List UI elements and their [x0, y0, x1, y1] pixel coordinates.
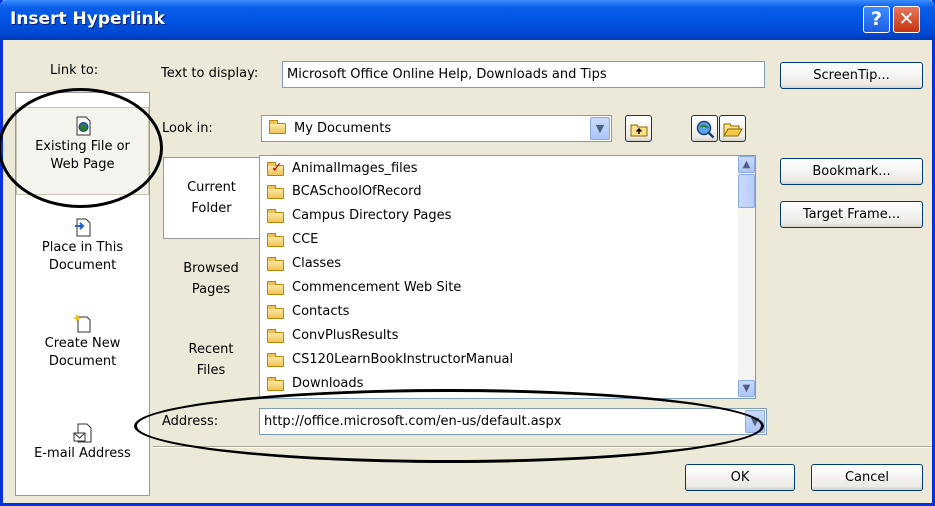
separator [153, 446, 932, 448]
tab-current-folder[interactable]: Current Folder [163, 157, 259, 239]
vertical-scrollbar[interactable]: ▲ ▼ [738, 156, 755, 398]
tab-recent-files[interactable]: Recent Files [163, 339, 259, 381]
new-document-icon [72, 314, 90, 333]
web-page-icon [76, 116, 90, 136]
help-button[interactable]: ? [863, 6, 890, 33]
list-item[interactable]: Commencement Web Site [267, 278, 461, 298]
browse-tabs: Current Folder Browsed Pages Recent File… [163, 157, 259, 401]
link-create-new-document[interactable]: Create New Document [16, 313, 149, 371]
chevron-down-icon[interactable]: ▼ [745, 410, 765, 433]
ok-button[interactable]: OK [685, 464, 795, 491]
up-one-folder-button[interactable] [625, 115, 652, 142]
list-item[interactable]: Contacts [267, 302, 349, 322]
email-icon [73, 423, 91, 443]
scroll-thumb[interactable] [738, 174, 755, 208]
link-email-address[interactable]: E-mail Address [16, 423, 149, 463]
browse-file-button[interactable] [719, 115, 746, 142]
link-place-in-document[interactable]: Place in This Document [16, 217, 149, 275]
file-list[interactable]: ✓ AnimalImages_files BCASchoolOfRecord Ca… [259, 155, 756, 399]
browse-web-button[interactable] [691, 115, 718, 142]
folder-icon [267, 352, 285, 367]
address-label: Address: [162, 414, 219, 429]
look-in-dropdown[interactable]: My Documents ▼ [261, 115, 612, 142]
chevron-down-icon[interactable]: ▼ [590, 117, 610, 140]
open-folder-icon [722, 123, 743, 138]
close-button[interactable]: ✕ [893, 6, 920, 33]
list-item[interactable]: Campus Directory Pages [267, 206, 451, 226]
folder-icon [267, 208, 285, 223]
folder-icon [267, 232, 285, 247]
list-item[interactable]: Downloads [267, 374, 363, 394]
folder-icon [267, 256, 285, 271]
folder-icon [269, 120, 289, 136]
tab-browsed-pages[interactable]: Browsed Pages [163, 258, 259, 300]
folder-icon [267, 184, 285, 199]
list-item[interactable]: BCASchoolOfRecord [267, 182, 422, 202]
title-bar[interactable]: Insert Hyperlink ? ✕ [0, 0, 935, 40]
checked-folder-icon: ✓ [267, 160, 285, 176]
list-item[interactable]: ConvPlusResults [267, 326, 398, 346]
folder-icon [267, 328, 285, 343]
up-folder-icon [630, 124, 647, 137]
list-item[interactable]: CS120LearnBookInstructorManual [267, 350, 513, 370]
list-item[interactable]: CCE [267, 230, 318, 250]
list-item[interactable]: ✓ AnimalImages_files [267, 159, 418, 179]
address-combobox[interactable]: http://office.microsoft.com/en-us/defaul… [259, 408, 767, 435]
cancel-button[interactable]: Cancel [811, 464, 923, 491]
folder-icon [267, 304, 285, 319]
address-value: http://office.microsoft.com/en-us/defaul… [264, 414, 562, 429]
look-in-value: My Documents [294, 121, 392, 136]
insert-hyperlink-dialog: Insert Hyperlink ? ✕ Link to: Existing F… [0, 0, 935, 506]
dialog-title: Insert Hyperlink [10, 9, 165, 29]
document-place-icon [74, 218, 90, 237]
scroll-up-arrow[interactable]: ▲ [738, 156, 755, 173]
target-frame-button[interactable]: Target Frame... [780, 201, 923, 228]
text-to-display-field[interactable]: Microsoft Office Online Help, Downloads … [282, 61, 765, 88]
look-in-label: Look in: [162, 121, 213, 136]
link-to-bar: Existing File or Web Page Place in This … [15, 92, 150, 496]
list-item[interactable]: Classes [267, 254, 341, 274]
screentip-button[interactable]: ScreenTip... [780, 62, 923, 89]
folder-icon [267, 376, 285, 391]
bookmark-button[interactable]: Bookmark... [780, 158, 923, 185]
browse-web-icon [696, 120, 714, 139]
text-to-display-label: Text to display: [161, 66, 259, 81]
link-existing-file[interactable]: Existing File or Web Page [16, 107, 149, 195]
link-to-label: Link to: [50, 63, 99, 78]
scroll-down-arrow[interactable]: ▼ [738, 380, 755, 397]
folder-icon [267, 280, 285, 295]
